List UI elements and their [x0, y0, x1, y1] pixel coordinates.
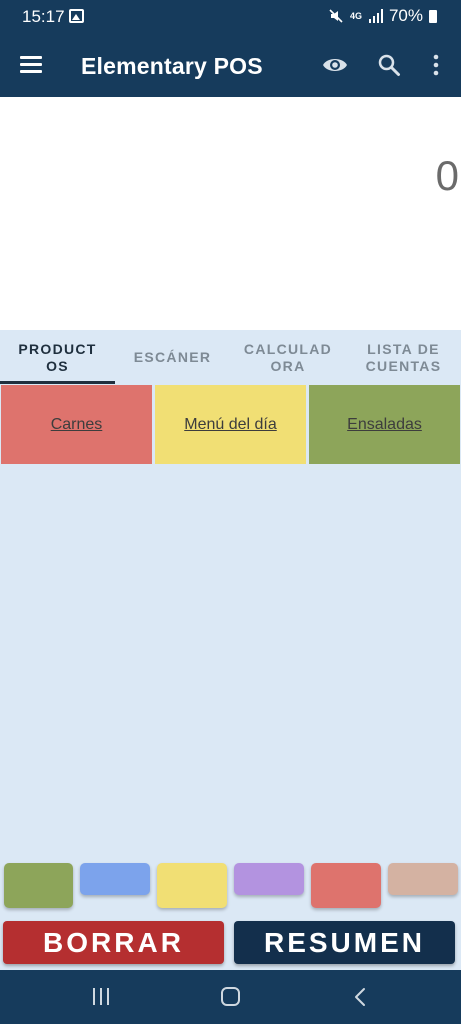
- borrar-button-label: BORRAR: [43, 926, 184, 958]
- tab-label: PRODUCT OS: [18, 340, 97, 374]
- 4g-icon: 4G: [349, 10, 362, 21]
- category-menu-del-dia[interactable]: Menú del día: [155, 385, 306, 464]
- color-swatch-red[interactable]: [311, 863, 381, 908]
- home-icon[interactable]: [221, 987, 240, 1006]
- color-swatch-purple[interactable]: [234, 863, 304, 895]
- tab-productos[interactable]: PRODUCT OS: [0, 330, 115, 385]
- recent-apps-icon[interactable]: [92, 988, 110, 1005]
- category-ensaladas[interactable]: Ensaladas: [309, 385, 460, 464]
- color-swatch-tan[interactable]: [388, 863, 458, 895]
- back-icon[interactable]: [352, 987, 370, 1007]
- battery-icon: [429, 9, 437, 23]
- category-label: Ensaladas: [347, 415, 422, 433]
- borrar-button[interactable]: BORRAR: [3, 921, 224, 964]
- tab-label: ESCÁNER: [133, 349, 212, 365]
- menu-icon[interactable]: [20, 56, 42, 74]
- resumen-button-label: RESUMEN: [263, 926, 425, 958]
- app-title: Elementary POS: [81, 53, 263, 79]
- display-value: 0: [435, 152, 459, 199]
- signal-icon: [368, 9, 383, 23]
- system-nav-bar: [0, 970, 461, 1024]
- status-bar: 15:17 4G 70%: [0, 0, 461, 34]
- tab-calculadora[interactable]: CALCULAD ORA: [230, 330, 346, 385]
- tab-lista-de-cuentas[interactable]: LISTA DE CUENTAS: [346, 330, 461, 385]
- active-tab-indicator: [0, 381, 115, 384]
- search-icon[interactable]: [377, 53, 401, 77]
- tab-label: LISTA DE CUENTAS: [365, 340, 442, 374]
- more-vert-icon[interactable]: [426, 53, 446, 77]
- color-swatch-yellow[interactable]: [157, 863, 227, 908]
- category-label: Menú del día: [184, 415, 277, 433]
- status-indicators: 4G 70%: [329, 6, 437, 26]
- category-label: Carnes: [50, 415, 103, 433]
- color-swatch-blue[interactable]: [80, 863, 150, 895]
- eye-icon[interactable]: [322, 55, 348, 75]
- tab-bar: PRODUCT OS ESCÁNER CALCULAD ORA LISTA DE CU…: [0, 330, 461, 385]
- amount-display: 0: [0, 97, 461, 330]
- app-bar: Elementary POS: [0, 34, 461, 97]
- color-swatch-green[interactable]: [4, 863, 73, 908]
- battery-percentage: 70%: [388, 6, 423, 25]
- category-carnes[interactable]: Carnes: [1, 385, 152, 464]
- resumen-button[interactable]: RESUMEN: [234, 921, 455, 964]
- tab-escaner[interactable]: ESCÁNER: [115, 330, 230, 385]
- tab-label: CALCULAD ORA: [243, 340, 333, 374]
- status-time: 15:17: [22, 7, 65, 26]
- image-icon: [69, 9, 84, 23]
- mute-icon: [329, 9, 343, 23]
